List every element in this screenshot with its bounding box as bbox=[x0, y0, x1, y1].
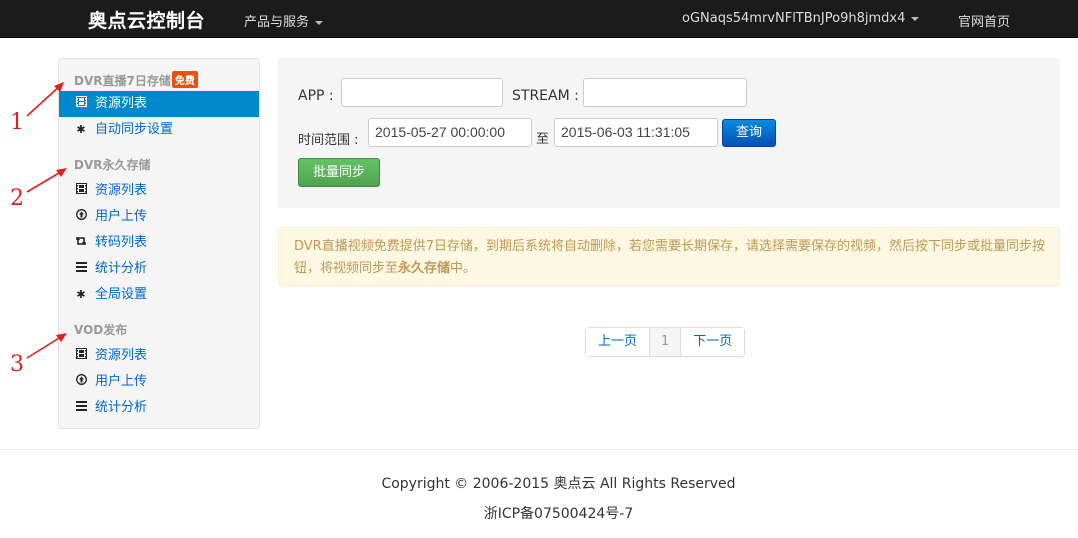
footer-icp[interactable]: 浙ICP备07500424号-7 bbox=[0, 503, 1078, 523]
sidebar-item-label: 统计分析 bbox=[95, 400, 148, 415]
sidebar-item-label: 转码列表 bbox=[95, 235, 148, 250]
products-menu[interactable]: 产品与服务 bbox=[244, 11, 324, 30]
sidebar-header-label: DVR直播7日存储 bbox=[74, 74, 171, 88]
alert-text-end: 中。 bbox=[450, 261, 477, 276]
annotation-arrow-1 bbox=[26, 82, 64, 117]
upload-icon bbox=[75, 204, 87, 230]
footer-divider bbox=[0, 449, 1078, 450]
sidebar-item-label: 用户上传 bbox=[95, 374, 148, 389]
annotation-number-2: 2 bbox=[10, 186, 24, 211]
batch-sync-button[interactable]: 批量同步 bbox=[298, 158, 380, 187]
sidebar: DVR直播7日存储 免费 资源列表 ✱ 自动同步设置 DVR永久存储 资源列表 用户… bbox=[58, 58, 260, 429]
sidebar-item-dvrp-global-settings[interactable]: ✱ 全局设置 bbox=[59, 282, 259, 308]
brand-logo[interactable]: 奥点云控制台 bbox=[88, 6, 205, 33]
pagination: 上一页 1 下一页 bbox=[585, 327, 746, 357]
film-icon bbox=[75, 91, 87, 117]
sidebar-item-dvr7-resources[interactable]: 资源列表 bbox=[59, 91, 259, 117]
next-page-button[interactable]: 下一页 bbox=[680, 328, 745, 356]
free-badge: 免费 bbox=[171, 71, 198, 88]
search-panel: APP : STREAM : 时间范围 : 2015-05-27 00:00:0… bbox=[278, 58, 1060, 208]
products-menu-label: 产品与服务 bbox=[244, 15, 310, 30]
current-page: 1 bbox=[649, 328, 681, 356]
annotation-arrow-3 bbox=[26, 333, 67, 359]
app-input[interactable] bbox=[341, 78, 503, 107]
list-icon bbox=[75, 256, 87, 282]
top-navbar: 奥点云控制台 产品与服务 oGNaqs54mrvNFlTBnJPo9h8jmdx… bbox=[0, 0, 1078, 38]
sidebar-item-label: 全局设置 bbox=[95, 287, 148, 302]
upload-icon bbox=[75, 369, 87, 395]
sidebar-item-label: 资源列表 bbox=[95, 348, 148, 363]
sidebar-item-label: 资源列表 bbox=[95, 96, 148, 111]
to-label: 至 bbox=[536, 132, 550, 147]
sidebar-item-vod-resources[interactable]: 资源列表 bbox=[59, 343, 259, 369]
info-alert: DVR直播视频免费提供7日存储，到期后系统将自动删除，若您需要长期保存，请选择需… bbox=[278, 227, 1060, 287]
sidebar-item-vod-upload[interactable]: 用户上传 bbox=[59, 369, 259, 395]
chevron-down-icon bbox=[911, 16, 920, 21]
stream-label: STREAM : bbox=[512, 88, 579, 104]
sidebar-item-dvrp-stats[interactable]: 统计分析 bbox=[59, 256, 259, 282]
film-icon bbox=[75, 178, 87, 204]
sidebar-item-vod-stats[interactable]: 统计分析 bbox=[59, 395, 259, 421]
prev-page-button[interactable]: 上一页 bbox=[586, 328, 650, 356]
app-label: APP : bbox=[298, 88, 334, 104]
sidebar-item-label: 用户上传 bbox=[95, 209, 148, 224]
end-time-input[interactable]: 2015-06-03 11:31:05 bbox=[554, 118, 718, 147]
gear-icon: ✱ bbox=[76, 123, 86, 136]
start-time-input[interactable]: 2015-05-27 00:00:00 bbox=[368, 118, 532, 147]
sidebar-item-dvrp-transcode[interactable]: 转码列表 bbox=[59, 230, 259, 256]
alert-bold-text: 永久存储 bbox=[398, 261, 451, 276]
sidebar-header-dvr-7day: DVR直播7日存储 免费 bbox=[74, 71, 198, 89]
sidebar-item-dvr7-auto-sync[interactable]: ✱ 自动同步设置 bbox=[59, 117, 259, 143]
sidebar-item-dvrp-upload[interactable]: 用户上传 bbox=[59, 204, 259, 230]
chevron-down-icon bbox=[315, 20, 324, 25]
sidebar-item-label: 自动同步设置 bbox=[95, 122, 174, 137]
user-menu[interactable]: oGNaqs54mrvNFlTBnJPo9h8jmdx4 bbox=[682, 11, 920, 26]
gear-icon: ✱ bbox=[76, 288, 86, 301]
home-link[interactable]: 官网首页 bbox=[958, 11, 1010, 30]
annotation-number-3: 3 bbox=[10, 352, 24, 377]
annotation-arrow-2 bbox=[26, 168, 67, 193]
film-icon bbox=[75, 343, 87, 369]
sidebar-item-label: 统计分析 bbox=[95, 261, 148, 276]
sidebar-header-vod: VOD发布 bbox=[74, 323, 128, 337]
time-range-label: 时间范围 : bbox=[298, 133, 359, 148]
retweet-icon bbox=[75, 230, 87, 256]
sidebar-item-label: 资源列表 bbox=[95, 183, 148, 198]
footer-copyright: Copyright © 2006-2015 奥点云 All Rights Res… bbox=[381, 476, 736, 492]
annotation-number-1: 1 bbox=[10, 110, 24, 135]
stream-input[interactable] bbox=[583, 78, 747, 107]
query-button[interactable]: 查询 bbox=[722, 119, 776, 147]
user-name: oGNaqs54mrvNFlTBnJPo9h8jmdx4 bbox=[682, 11, 906, 26]
sidebar-header-dvr-permanent: DVR永久存储 bbox=[74, 158, 151, 172]
sidebar-item-dvrp-resources[interactable]: 资源列表 bbox=[59, 178, 259, 204]
list-icon bbox=[75, 395, 87, 421]
